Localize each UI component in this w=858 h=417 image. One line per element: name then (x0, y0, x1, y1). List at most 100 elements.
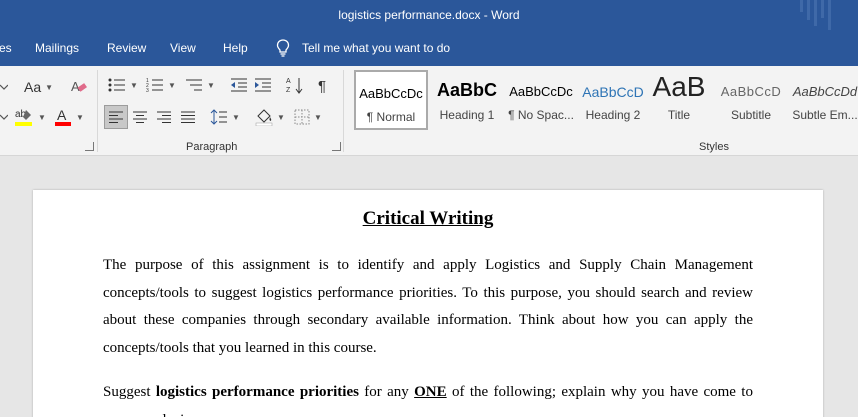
align-center-icon (133, 111, 147, 123)
paragraph-2-underline-phrase: ONE (414, 384, 447, 400)
sort-icon: A Z (286, 78, 303, 94)
chevron-down-icon (0, 114, 8, 120)
style-name: Subtitle (730, 108, 772, 122)
font-partial-dropdown-2[interactable] (0, 106, 8, 128)
highlighter-icon: ab (15, 109, 32, 126)
document-paragraph-1: The purpose of this assignment is to ide… (103, 257, 753, 357)
style-no-spacing[interactable]: AaBbCcDc ¶ No Spac... (504, 70, 578, 130)
paragraph-dialog-launcher-icon[interactable] (332, 142, 341, 151)
increase-indent-icon (255, 78, 271, 92)
align-center-button[interactable] (132, 106, 148, 128)
chevron-down-icon: ▼ (130, 80, 138, 90)
paragraph-2-prefix: Suggest (103, 384, 156, 400)
svg-text:Z: Z (286, 87, 291, 94)
chevron-down-icon: ▼ (38, 112, 46, 122)
font-dialog-launcher-icon[interactable] (85, 142, 94, 151)
numbering-button[interactable]: 1 2 3 ▼ (146, 74, 176, 96)
svg-text:3: 3 (146, 88, 149, 93)
svg-text:A: A (57, 107, 67, 123)
ribbon-tabs: es Mailings Review View Help Tell me wha… (0, 32, 858, 66)
chevron-down-icon: ▼ (207, 80, 215, 90)
align-right-icon (157, 111, 171, 123)
style-sample: AaBbCcD (720, 84, 782, 99)
font-color-icon: A (55, 107, 71, 126)
style-name: ¶ No Spac... (508, 108, 574, 122)
align-left-button[interactable] (104, 105, 128, 129)
line-spacing-button[interactable]: ▼ (210, 106, 240, 128)
justify-icon (181, 111, 195, 123)
chevron-down-icon: ▼ (314, 112, 322, 122)
align-left-icon (109, 111, 123, 123)
clear-formatting-icon: A (71, 79, 87, 94)
paragraph-2-middle: for any (358, 384, 415, 400)
paint-bucket-icon (255, 109, 273, 126)
increase-indent-button[interactable] (254, 74, 272, 96)
bullets-icon (108, 78, 125, 92)
chevron-down-icon (0, 84, 8, 90)
shading-button[interactable]: ▼ (255, 106, 285, 128)
change-case-label: Aa (24, 79, 42, 95)
styles-gallery: AaBbCcDc ¶ Normal AaBbC Heading 1 AaBbCc… (352, 70, 858, 130)
style-sample: AaBbC (436, 80, 497, 100)
align-right-button[interactable] (156, 106, 172, 128)
chevron-down-icon: ▼ (168, 80, 176, 90)
decrease-indent-button[interactable] (230, 74, 248, 96)
tab-mailings[interactable]: Mailings (35, 41, 79, 55)
decrease-indent-icon (231, 78, 247, 92)
group-separator (97, 70, 98, 152)
tab-review[interactable]: Review (107, 41, 146, 55)
title-bar-decoration-icon (800, 0, 831, 30)
paragraph-2-bold-phrase: logistics performance priorities (155, 384, 359, 400)
style-subtitle[interactable]: AaBbCcD Subtitle (714, 70, 788, 130)
show-formatting-marks-button[interactable]: ¶ (317, 74, 331, 96)
sort-button[interactable]: A Z (286, 74, 304, 96)
pilcrow-icon: ¶ (318, 78, 326, 93)
chevron-down-icon: ▼ (45, 82, 54, 92)
justify-button[interactable] (180, 106, 196, 128)
document-title: Critical Writing (362, 208, 494, 229)
line-spacing-icon (210, 109, 227, 125)
svg-text:A: A (71, 79, 80, 94)
window-title: logistics performance.docx - Word (338, 8, 520, 22)
style-name: Heading 2 (585, 108, 641, 122)
style-sample: AaBbCcDd (792, 84, 858, 99)
style-name: Subtle Em... (792, 108, 858, 122)
clear-formatting-button[interactable]: A (70, 76, 88, 98)
style-sample: AaBbCcDc (359, 86, 423, 101)
style-name: ¶ Normal (366, 110, 416, 124)
svg-text:¶: ¶ (318, 78, 326, 93)
font-color-button[interactable]: A ▼ (54, 106, 84, 128)
style-sample: AaBbCcD (582, 84, 644, 100)
numbering-icon: 1 2 3 (146, 78, 163, 93)
ribbon: Aa ▼ A ab ▼ A ▼ ▼ 1 2 3 ▼ ▼ A Z ¶ ▼ ▼ ▼ … (0, 66, 858, 156)
borders-button[interactable]: ▼ (294, 106, 322, 128)
tab-references[interactable]: es (0, 41, 12, 55)
chevron-down-icon: ▼ (76, 112, 84, 122)
tab-view[interactable]: View (170, 41, 196, 55)
tell-me-search[interactable]: Tell me what you want to do (276, 39, 450, 57)
style-name: Heading 1 (439, 108, 495, 122)
multilevel-list-button[interactable]: ▼ (185, 74, 215, 96)
styles-group-label: Styles (699, 141, 729, 153)
tell-me-label: Tell me what you want to do (302, 41, 451, 55)
chevron-down-icon: ▼ (277, 112, 285, 122)
style-normal[interactable]: AaBbCcDc ¶ Normal (354, 70, 428, 130)
title-bar: logistics performance.docx - Word (0, 0, 858, 32)
group-separator (343, 70, 344, 152)
style-heading-1[interactable]: AaBbC Heading 1 (430, 70, 504, 130)
change-case-button[interactable]: Aa ▼ (24, 76, 53, 98)
text-highlight-button[interactable]: ab ▼ (14, 106, 46, 128)
document-page[interactable]: Critical Writing The purpose of this ass… (33, 190, 823, 417)
document-paragraph-2: Suggest logistics performance priorities… (103, 379, 753, 417)
style-title[interactable]: AaB Title (642, 70, 716, 130)
lightbulb-icon (276, 39, 290, 57)
multilevel-list-icon (186, 79, 202, 91)
font-partial-dropdown[interactable] (0, 76, 8, 98)
style-sample: AaBbCcDc (509, 84, 573, 99)
style-sample: AaB (652, 71, 706, 102)
style-heading-2[interactable]: AaBbCcD Heading 2 (576, 70, 650, 130)
tab-help[interactable]: Help (223, 41, 248, 55)
style-name: Title (667, 108, 691, 122)
bullets-button[interactable]: ▼ (108, 74, 138, 96)
style-subtle-emphasis[interactable]: AaBbCcDd Subtle Em... (788, 70, 858, 130)
